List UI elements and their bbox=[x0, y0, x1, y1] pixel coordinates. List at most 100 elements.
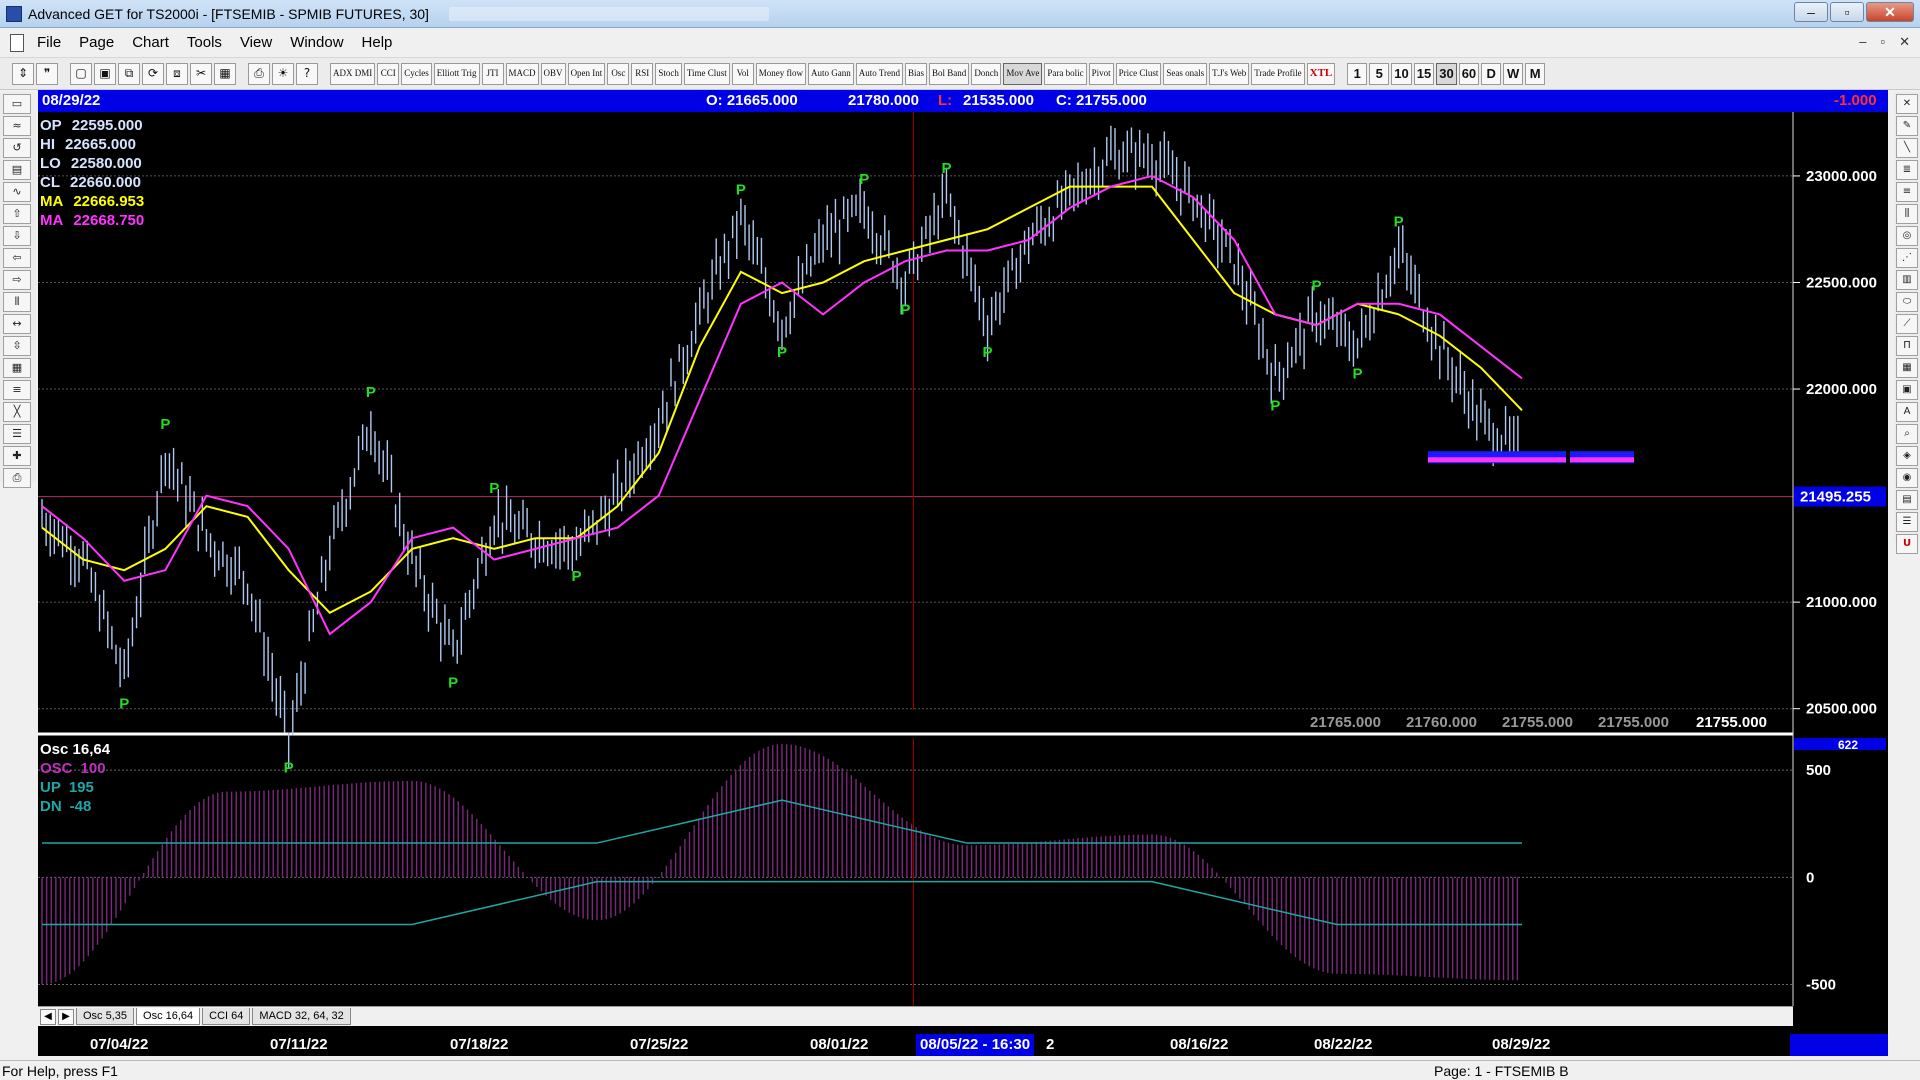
indicator-button-xtl[interactable]: XTL bbox=[1306, 62, 1336, 85]
indicator-button-vol[interactable]: Vol bbox=[731, 62, 754, 85]
indicator-button-elliott-trig[interactable]: Elliott Trig bbox=[433, 62, 480, 85]
indicator-button-adx-dmi[interactable]: ADX DMI bbox=[330, 62, 376, 85]
maximize-button[interactable]: ▫ bbox=[1830, 2, 1864, 22]
menu-help[interactable]: Help bbox=[353, 34, 402, 51]
copy-icon[interactable]: ⧈ bbox=[166, 62, 188, 85]
arrow-up-icon[interactable]: ⇧ bbox=[3, 204, 31, 224]
study-icon[interactable]: ▤ bbox=[3, 160, 31, 180]
minimize-button[interactable]: – bbox=[1794, 2, 1828, 22]
expand-icon[interactable]: ↔ bbox=[3, 314, 31, 334]
reset-icon[interactable]: ↺ bbox=[3, 138, 31, 158]
regression-icon[interactable]: ⟋ bbox=[1896, 314, 1918, 334]
tab-macd-32-64-32[interactable]: MACD 32, 64, 32 bbox=[252, 1008, 351, 1025]
document-icon[interactable] bbox=[10, 33, 24, 52]
timeframe-button-d[interactable]: D bbox=[1481, 62, 1502, 85]
fib-ext-icon[interactable]: ≡ bbox=[1896, 182, 1918, 202]
timeframe-button-10[interactable]: 10 bbox=[1391, 62, 1412, 85]
refresh-icon[interactable]: ⟳ bbox=[142, 62, 164, 85]
table-icon[interactable]: ▦ bbox=[1896, 358, 1918, 378]
timeframe-button-5[interactable]: 5 bbox=[1369, 62, 1390, 85]
mdi-minimize-icon[interactable]: – bbox=[1859, 34, 1866, 50]
menu-file[interactable]: File bbox=[28, 34, 70, 51]
crosshair-icon[interactable]: ✚ bbox=[3, 446, 31, 466]
menu-page[interactable]: Page bbox=[70, 34, 123, 51]
indicator-button-trade-profile[interactable]: Trade Profile bbox=[1251, 62, 1305, 85]
pen-icon[interactable]: ✎ bbox=[1896, 116, 1918, 136]
indicator-button-pivot[interactable]: Pivot bbox=[1088, 62, 1114, 85]
cross-icon[interactable]: ✕ bbox=[1896, 94, 1918, 114]
tab-osc-5-35[interactable]: Osc 5,35 bbox=[76, 1008, 135, 1025]
tag-icon[interactable]: ◈ bbox=[1896, 446, 1918, 466]
arrow-right-icon[interactable]: ⇨ bbox=[3, 270, 31, 290]
ellipse-icon[interactable]: ⬭ bbox=[1896, 292, 1918, 312]
fib-icon[interactable]: ☰ bbox=[3, 424, 31, 444]
mob-icon[interactable]: ▣ bbox=[1896, 380, 1918, 400]
timeframe-button-30[interactable]: 30 bbox=[1436, 62, 1457, 85]
fan-icon[interactable]: ⋰ bbox=[1896, 248, 1918, 268]
tab-next-icon[interactable]: ▶ bbox=[58, 1008, 74, 1025]
indicator-button-auto-gann[interactable]: Auto Gann bbox=[808, 62, 854, 85]
indicator-button-bol-band[interactable]: Bol Band bbox=[929, 62, 970, 85]
tab-prev-icon[interactable]: ◀ bbox=[40, 1008, 56, 1025]
bars-icon[interactable]: ⫴ bbox=[3, 292, 31, 312]
indicator-button-bias[interactable]: Bias bbox=[905, 62, 928, 85]
undo-icon[interactable]: U bbox=[1896, 534, 1918, 554]
chart-canvas[interactable]: P P P P P P P P P P P P P P P P P 23000.000 22500.000 2200… bbox=[38, 112, 1888, 1006]
indicator-button-macd[interactable]: MACD bbox=[505, 62, 539, 85]
timeframe-button-m[interactable]: M bbox=[1525, 62, 1546, 85]
mdi-restore-icon[interactable]: ▫ bbox=[1880, 34, 1885, 50]
indicator-button-time-clust[interactable]: Time Clust bbox=[683, 62, 730, 85]
indicator-button-price-clust[interactable]: Price Clust bbox=[1115, 62, 1162, 85]
indicator-button-open-int[interactable]: Open Int bbox=[567, 62, 606, 85]
pti-icon[interactable]: Π bbox=[1896, 336, 1918, 356]
scale-icon[interactable]: ⇳ bbox=[3, 336, 31, 356]
help-pointer-icon[interactable]: ? bbox=[296, 62, 318, 85]
timeframe-button-1[interactable]: 1 bbox=[1347, 62, 1368, 85]
quote-icon[interactable]: ❞ bbox=[36, 62, 58, 85]
list-icon[interactable]: ☰ bbox=[1896, 512, 1918, 532]
arrow-down-icon[interactable]: ⇩ bbox=[3, 226, 31, 246]
layout-icon[interactable]: ▦ bbox=[214, 62, 236, 85]
indicator-button-cci[interactable]: CCI bbox=[377, 62, 400, 85]
indicator-button-t-j-s-web[interactable]: T.J's Web bbox=[1209, 62, 1250, 85]
arrow-left-icon[interactable]: ⇦ bbox=[3, 248, 31, 268]
fib-time-icon[interactable]: ⫼ bbox=[1896, 204, 1918, 224]
zoom-icon[interactable]: ⌕ bbox=[1896, 424, 1918, 444]
indicator-button-donch[interactable]: Donch bbox=[971, 62, 1002, 85]
gann-icon[interactable]: ╳ bbox=[3, 402, 31, 422]
fib-ret-icon[interactable]: ≣ bbox=[1896, 160, 1918, 180]
indicator-button-para-bolic[interactable]: Para bolic bbox=[1044, 62, 1087, 85]
menu-window[interactable]: Window bbox=[281, 34, 352, 51]
indicator-button-jti[interactable]: JTI bbox=[481, 62, 504, 85]
open-icon[interactable]: ⧉ bbox=[118, 62, 140, 85]
indicator-button-money-flow[interactable]: Money flow bbox=[755, 62, 807, 85]
indicator-button-auto-trend[interactable]: Auto Trend bbox=[855, 62, 904, 85]
indicator-button-stoch[interactable]: Stoch bbox=[655, 62, 682, 85]
menu-tools[interactable]: Tools bbox=[178, 34, 231, 51]
menu-view[interactable]: View bbox=[231, 34, 281, 51]
mdi-close-icon[interactable]: ✕ bbox=[1899, 34, 1910, 50]
timeframe-button-60[interactable]: 60 bbox=[1458, 62, 1480, 85]
indicator-button-osc[interactable]: Osc bbox=[607, 62, 630, 85]
pointer-icon[interactable]: ⇕ bbox=[12, 62, 34, 85]
line-icon[interactable]: ╲ bbox=[1896, 138, 1918, 158]
close-button[interactable]: ✕ bbox=[1866, 2, 1914, 22]
tab-cci-64[interactable]: CCI 64 bbox=[202, 1008, 251, 1025]
menu-chart[interactable]: Chart bbox=[123, 34, 178, 51]
indicator-button-obv[interactable]: OBV bbox=[540, 62, 566, 85]
lines-icon[interactable]: ≡ bbox=[3, 380, 31, 400]
doc-icon[interactable]: ▤ bbox=[1896, 490, 1918, 510]
indicator-button-seas-onals[interactable]: Seas onals bbox=[1163, 62, 1208, 85]
tab-osc-16-64[interactable]: Osc 16,64 bbox=[136, 1008, 201, 1025]
indicator-button-rsi[interactable]: RSI bbox=[631, 62, 654, 85]
save-icon[interactable]: ▣ bbox=[94, 62, 116, 85]
wave-icon[interactable]: ≈ bbox=[3, 116, 31, 136]
elliott-icon[interactable]: ∿ bbox=[3, 182, 31, 202]
channel-icon[interactable]: ▥ bbox=[1896, 270, 1918, 290]
bulb-icon[interactable]: ☀ bbox=[272, 62, 294, 85]
timeframe-button-15[interactable]: 15 bbox=[1413, 62, 1435, 85]
grid-icon[interactable]: ▦ bbox=[3, 358, 31, 378]
new-page-icon[interactable]: ▢ bbox=[70, 62, 92, 85]
indicator-button-cycles[interactable]: Cycles bbox=[401, 62, 432, 85]
print-chart-icon[interactable]: ⎙ bbox=[3, 468, 31, 488]
